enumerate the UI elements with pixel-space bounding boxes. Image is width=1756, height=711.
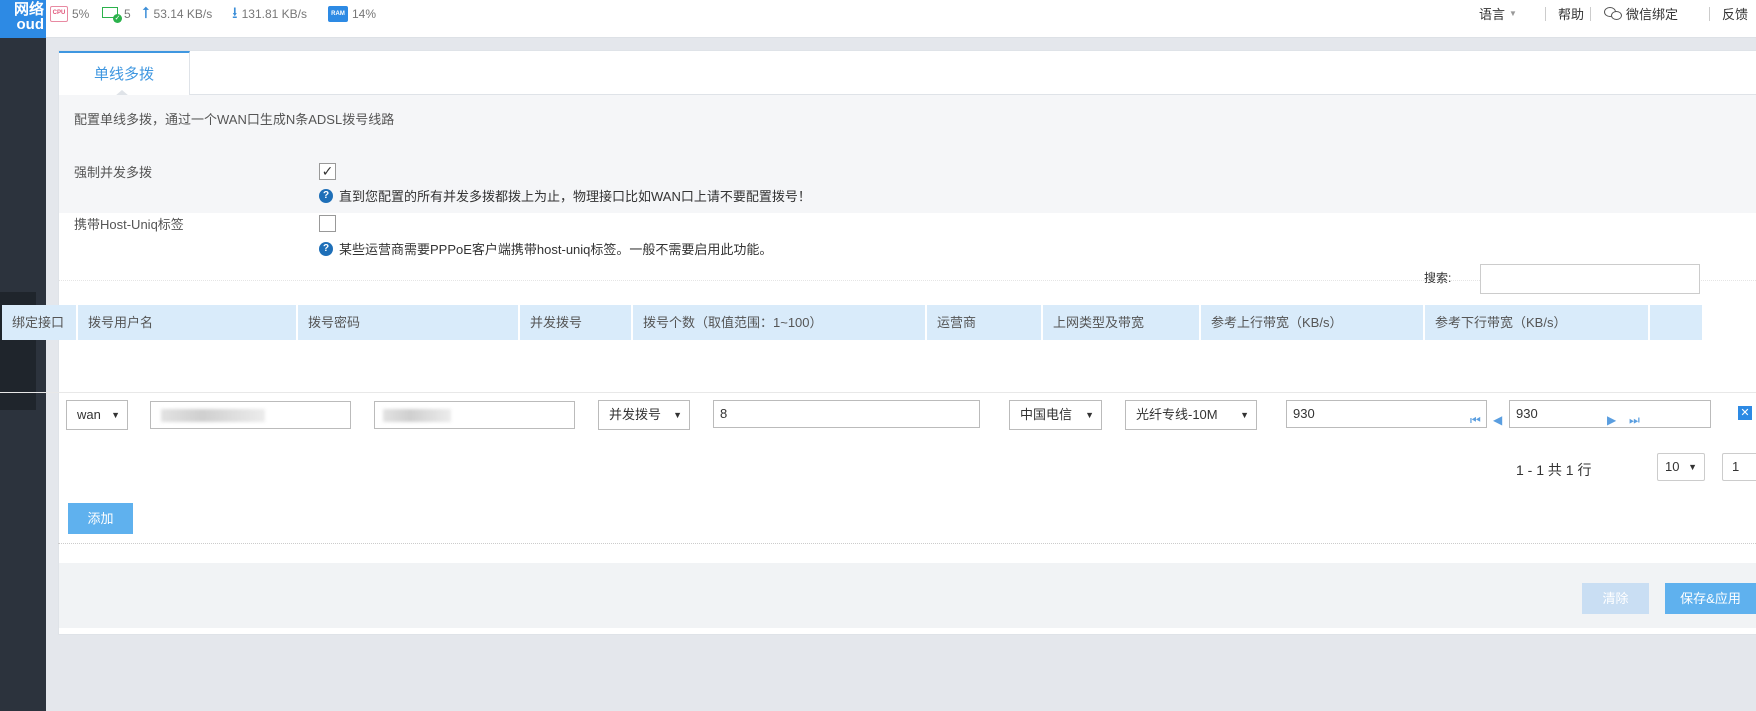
dial-count-input[interactable]: 8 (713, 400, 980, 428)
host-uniq-checkbox[interactable] (319, 215, 336, 232)
upload-arrow-icon: ⭡ (142, 5, 150, 22)
section-divider (58, 543, 1756, 544)
isp-select[interactable]: 中国电信 ▼ (1009, 400, 1102, 430)
host-uniq-hint: ? 某些运营商需要PPPoE客户端携带host-uniq标签。一般不需要启用此功… (319, 239, 772, 258)
col-header-down-bandwidth: 参考下行带宽（KB/s） (1425, 305, 1650, 340)
language-label: 语言 (1479, 7, 1506, 22)
cpu-status: CPU 5% (50, 6, 89, 22)
host-uniq-hint-text: 某些运营商需要PPPoE客户端携带host-uniq标签。一般不需要启用此功能。 (339, 242, 773, 257)
upload-value: 53.14 KB/s (153, 7, 213, 21)
help-question-icon: ? (319, 241, 333, 256)
brand-logo[interactable]: 网络 oud (0, 0, 46, 38)
ram-value: 14% (352, 7, 377, 21)
page-size-value: 10 (1665, 459, 1680, 474)
net-type-select[interactable]: 光纤专线-10M ▼ (1125, 400, 1257, 430)
col-header-password: 拨号密码 (298, 305, 520, 340)
col-header-concurrent: 并发拨号 (520, 305, 633, 340)
col-header-username: 拨号用户名 (78, 305, 298, 340)
interface-value: wan (77, 407, 101, 422)
username-input[interactable] (150, 401, 351, 429)
col-header-up-bandwidth: 参考上行带宽（KB/s） (1201, 305, 1425, 340)
net-type-value: 光纤专线-10M (1136, 407, 1218, 422)
col-header-dial-count: 拨号个数（取值范围：1~100） (633, 305, 927, 340)
language-menu[interactable]: 语言 ▼ (1479, 4, 1517, 23)
first-page-icon[interactable]: ⏮ (1470, 413, 1481, 428)
help-link[interactable]: 帮助 (1546, 4, 1584, 23)
blurred-username (161, 409, 265, 422)
next-page-icon[interactable]: ▶ (1607, 413, 1616, 427)
caret-down-icon: ▼ (1688, 462, 1697, 472)
wechat-icon (1604, 6, 1622, 21)
caret-down-icon: ▼ (1509, 9, 1517, 18)
blurred-password (383, 409, 451, 422)
feedback-link[interactable]: 反馈 (1710, 4, 1748, 23)
device-count: 5 (124, 7, 131, 21)
clear-button[interactable]: 清除 (1582, 583, 1649, 614)
cpu-value: 5% (72, 7, 90, 21)
force-concurrent-checkbox[interactable]: ✓ (319, 163, 336, 180)
top-bar: CPU 5% ✓ 5 ⭡ 53.14 KB/s ⭳ 131.81 KB/s RA… (46, 0, 1756, 38)
search-input[interactable] (1480, 264, 1700, 294)
ram-icon: RAM (328, 6, 348, 22)
caret-down-icon: ▼ (111, 410, 120, 420)
help-question-icon: ? (319, 188, 333, 203)
delete-row-icon[interactable]: ✕ (1738, 406, 1752, 420)
table-header: 绑定接口 拨号用户名 拨号密码 并发拨号 拨号个数（取值范围：1~100） 运营… (2, 305, 1702, 340)
page-number-input[interactable]: 1 (1722, 453, 1756, 481)
force-concurrent-hint: ? 直到您配置的所有并发多拨都拨上为止，物理接口比如WAN口上请不要配置拨号！ (319, 186, 811, 205)
logo-line-1: 网络 (13, 1, 44, 18)
prev-page-icon[interactable]: ◀ (1493, 413, 1502, 427)
ram-status: RAM 14% (328, 6, 376, 22)
isp-value: 中国电信 (1020, 407, 1073, 422)
col-header-interface: 绑定接口 (2, 305, 78, 340)
force-concurrent-label: 强制并发多拨 (74, 165, 153, 180)
logo-line-2: oud (16, 16, 45, 33)
tab-single-line-multi-dial[interactable]: 单线多拨 (59, 51, 190, 96)
download-status: ⭳ 131.81 KB/s (232, 6, 307, 22)
concurrent-mode-select[interactable]: 并发拨号 ▼ (598, 400, 690, 430)
menu-separator (1590, 7, 1591, 21)
up-bandwidth-input[interactable]: 930 (1286, 400, 1487, 428)
password-input[interactable] (374, 401, 575, 429)
upload-status: ⭡ 53.14 KB/s (142, 6, 212, 22)
pagination-info: 1 - 1 共 1 行 (1516, 462, 1592, 478)
save-apply-button[interactable]: 保存&应用 (1665, 583, 1756, 614)
col-header-isp: 运营商 (927, 305, 1043, 340)
caret-down-icon: ▼ (1240, 410, 1249, 420)
cpu-icon: CPU (50, 6, 68, 22)
caret-down-icon: ▼ (673, 410, 682, 420)
search-label: 搜索: (1424, 271, 1452, 285)
page-description: 配置单线多拨，通过一个WAN口生成N条ADSL拨号线路 (59, 95, 1756, 144)
help-label: 帮助 (1558, 7, 1585, 22)
footer-bar (59, 563, 1756, 628)
interface-select[interactable]: wan ▼ (66, 400, 128, 430)
table-row (0, 340, 1756, 393)
download-arrow-icon: ⭳ (232, 5, 238, 22)
host-uniq-label: 携带Host-Uniq标签 (74, 217, 184, 232)
concurrent-mode-value: 并发拨号 (609, 407, 662, 422)
add-button[interactable]: 添加 (68, 503, 133, 534)
caret-down-icon: ▼ (1085, 410, 1094, 420)
col-header-net-type: 上网类型及带宽 (1043, 305, 1201, 340)
device-status: ✓ 5 (102, 6, 131, 23)
tab-bar: 单线多拨 (59, 51, 1756, 96)
wechat-label: 微信绑定 (1626, 7, 1679, 22)
download-value: 131.81 KB/s (241, 7, 307, 21)
last-page-icon[interactable]: ⏭ (1629, 413, 1640, 428)
force-concurrent-row: 强制并发多拨 ✓ ? 直到您配置的所有并发多拨都拨上为止，物理接口比如WAN口上… (59, 144, 1756, 213)
force-concurrent-hint-text: 直到您配置的所有并发多拨都拨上为止，物理接口比如WAN口上请不要配置拨号！ (339, 189, 811, 204)
page-size-select[interactable]: 10 ▼ (1657, 453, 1705, 481)
monitor-check-icon: ✓ (102, 6, 122, 23)
feedback-label: 反馈 (1722, 7, 1749, 22)
wechat-bind-link[interactable]: 微信绑定 (1604, 4, 1678, 23)
